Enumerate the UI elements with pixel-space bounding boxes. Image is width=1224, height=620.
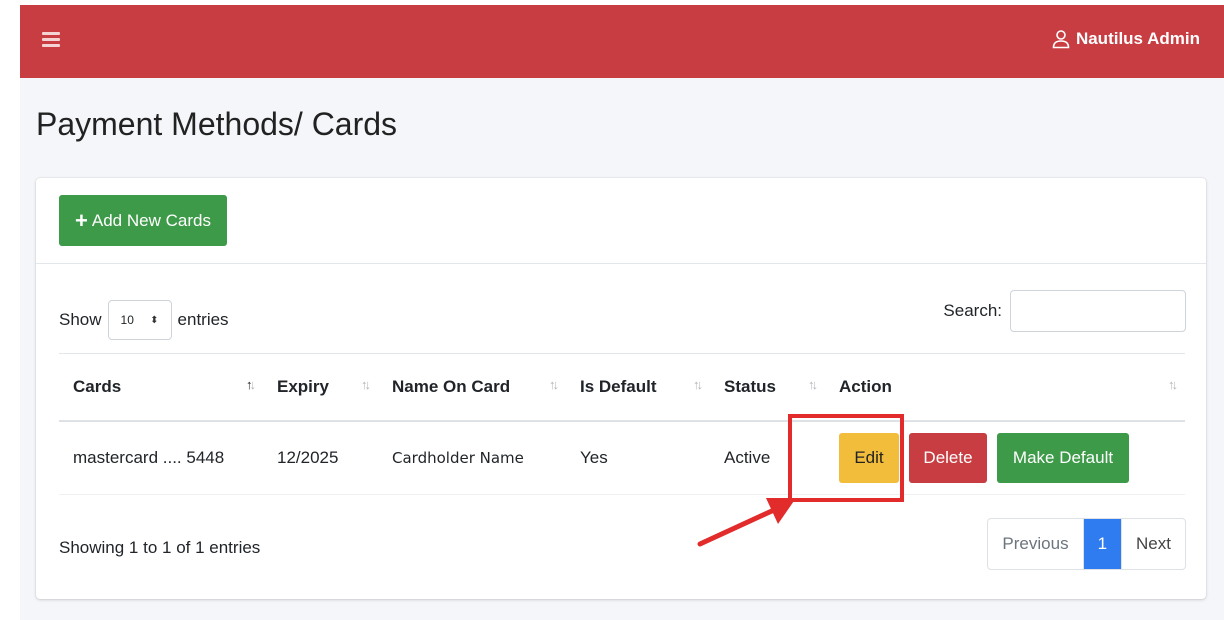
- cell-actions: Edit Delete Make Default: [825, 421, 1185, 495]
- card-header: + Add New Cards: [36, 178, 1206, 264]
- sort-icon: ↑↓: [1168, 377, 1178, 392]
- table-info: Showing 1 to 1 of 1 entries: [59, 538, 261, 557]
- make-default-button[interactable]: Make Default: [997, 433, 1129, 483]
- cards-table: Cards ↑↓ Expiry ↑↓ Name On Card ↑↓ Is De…: [59, 353, 1185, 495]
- entries-select[interactable]: 10 ⬍: [107, 300, 172, 340]
- next-page-button[interactable]: Next: [1121, 519, 1185, 569]
- entries-label: entries: [177, 310, 229, 329]
- show-label: Show: [59, 310, 102, 329]
- column-header-cards[interactable]: Cards ↑↓: [59, 353, 263, 422]
- column-header-action[interactable]: Action ↑↓: [825, 353, 1185, 422]
- entries-length-control: Show 10 ⬍ entries: [59, 300, 229, 340]
- page-1-button[interactable]: 1: [1082, 519, 1122, 569]
- top-navbar: Nautilus Admin: [20, 5, 1224, 78]
- select-arrows-icon: ⬍: [150, 314, 159, 326]
- sort-icon: ↑↓: [361, 377, 371, 392]
- edit-button[interactable]: Edit: [839, 433, 899, 483]
- column-label: Is Default: [580, 377, 657, 396]
- column-label: Status: [724, 377, 776, 396]
- cell-expiry: 12/2025: [263, 421, 378, 495]
- add-button-label: Add New Cards: [91, 210, 211, 230]
- column-label: Cards: [73, 377, 122, 396]
- pagination: Previous 1 Next: [987, 518, 1186, 570]
- column-header-expiry[interactable]: Expiry ↑↓: [263, 353, 378, 422]
- cell-status: Active: [710, 421, 825, 495]
- sort-icon: ↑↓: [246, 377, 256, 392]
- search-control: Search:: [943, 290, 1186, 332]
- search-input[interactable]: [1010, 290, 1186, 332]
- entries-select-value: 10: [120, 313, 134, 327]
- annotation-arrow-icon: [697, 498, 796, 547]
- column-header-name-on-card[interactable]: Name On Card ↑↓: [378, 353, 566, 422]
- cell-is-default: Yes: [566, 421, 710, 495]
- previous-page-button[interactable]: Previous: [988, 519, 1082, 569]
- sort-icon: ↑↓: [549, 377, 559, 392]
- column-label: Name On Card: [392, 377, 511, 396]
- main-content: Payment Methods/ Cards + Add New Cards S…: [20, 78, 1224, 620]
- menu-icon[interactable]: [42, 32, 60, 48]
- search-label: Search:: [943, 301, 1002, 320]
- page-title: Payment Methods/ Cards: [36, 106, 398, 142]
- cell-name-on-card: Cardholder Name: [378, 421, 566, 495]
- sort-icon: ↑↓: [693, 377, 703, 392]
- cell-card: mastercard .... 5448: [59, 421, 263, 495]
- column-label: Action: [839, 377, 892, 396]
- column-label: Expiry: [277, 377, 329, 396]
- sort-icon: ↑↓: [808, 377, 818, 392]
- user-name: Nautilus Admin: [1075, 29, 1200, 48]
- cards-panel: + Add New Cards Show 10 ⬍ entries Search…: [36, 178, 1206, 599]
- delete-button[interactable]: Delete: [909, 433, 987, 483]
- row-actions: Edit Delete Make Default: [839, 433, 1171, 483]
- table-header-row: Cards ↑↓ Expiry ↑↓ Name On Card ↑↓ Is De…: [59, 353, 1185, 422]
- add-new-cards-button[interactable]: + Add New Cards: [59, 195, 227, 246]
- table-row: mastercard .... 5448 12/2025 Cardholder …: [59, 421, 1185, 495]
- plus-icon: +: [75, 207, 88, 233]
- user-icon: [1052, 30, 1070, 49]
- user-menu[interactable]: Nautilus Admin: [1051, 29, 1200, 49]
- column-header-is-default[interactable]: Is Default ↑↓: [566, 353, 710, 422]
- column-header-status[interactable]: Status ↑↓: [710, 353, 825, 422]
